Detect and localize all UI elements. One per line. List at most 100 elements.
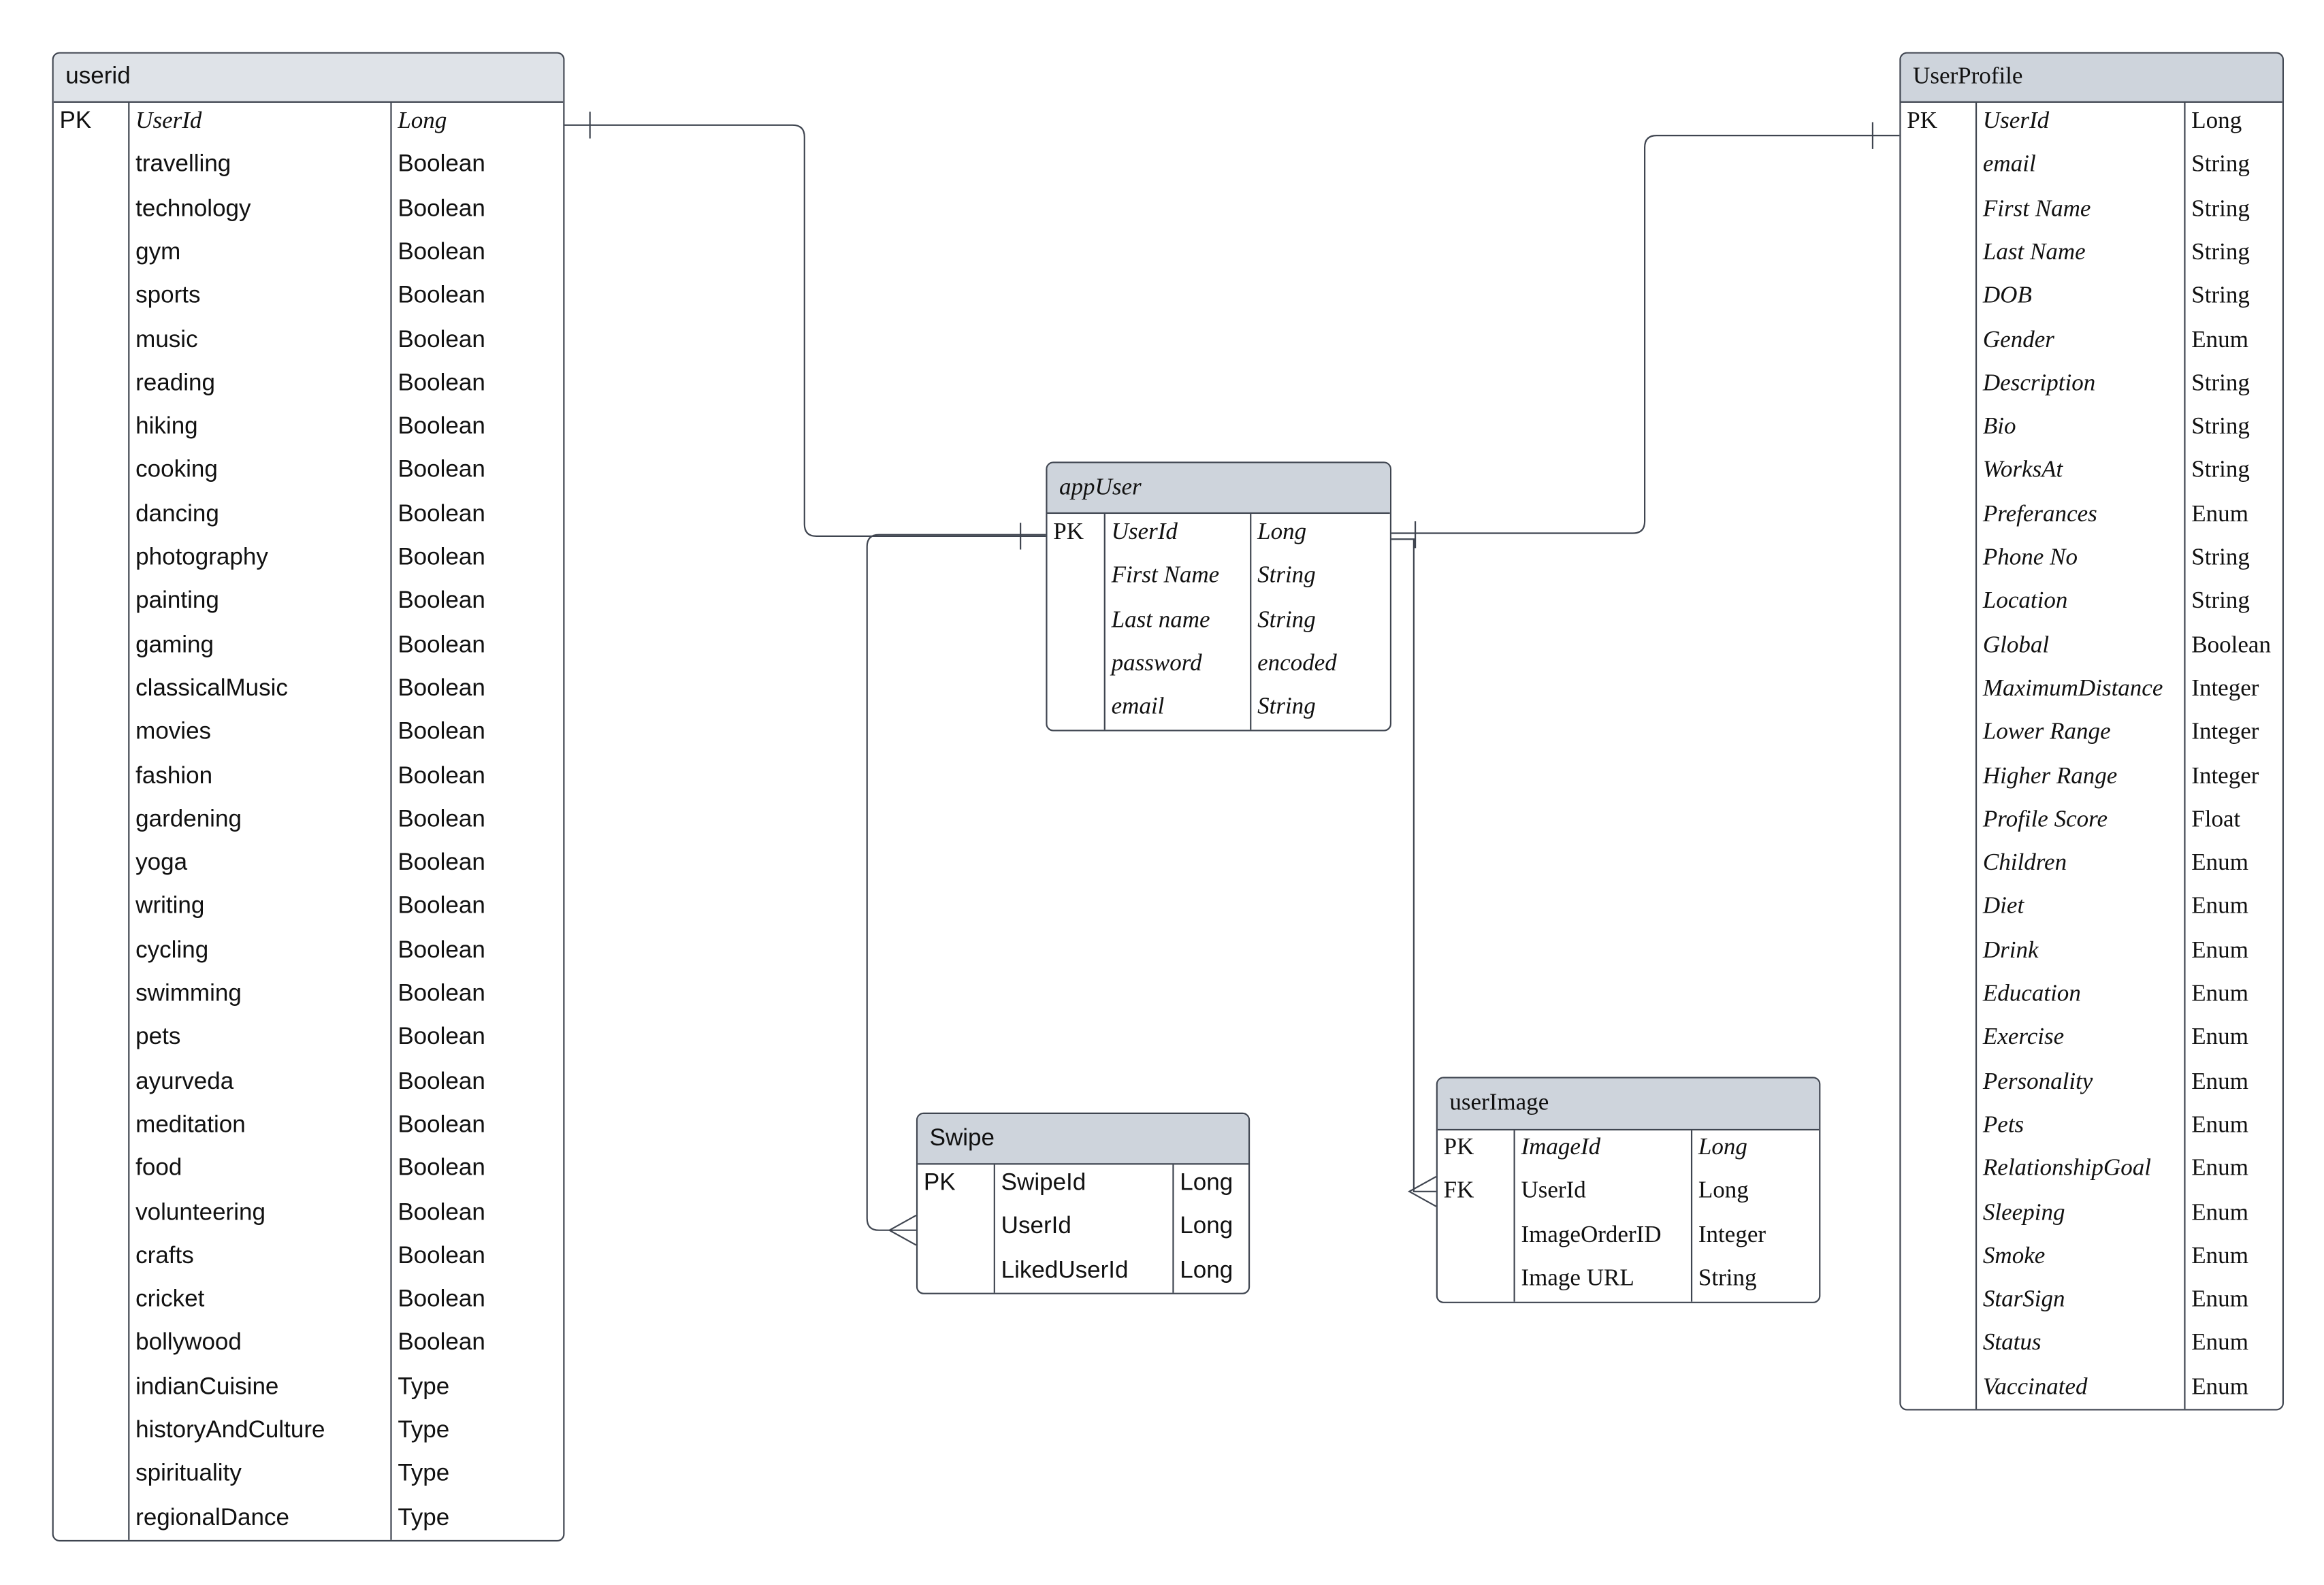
key-label: PK [1907, 108, 1938, 134]
field-name: gardening [135, 806, 242, 832]
field-name: First Name [1111, 563, 1220, 589]
key-column: PK [1901, 103, 1978, 1409]
field-name: Profile Score [1982, 806, 2108, 832]
field-type: Type [398, 1374, 450, 1400]
field-name: yoga [135, 850, 188, 877]
field-type: Boolean [398, 1112, 485, 1138]
field-type: Enum [2191, 1374, 2248, 1400]
field-name: Smoke [1982, 1243, 2046, 1269]
field-name: email [1111, 694, 1165, 720]
key-label: PK [1443, 1134, 1474, 1160]
field-name: ImageId [1521, 1134, 1601, 1160]
field-type: Boolean [398, 501, 485, 527]
field-type: Boolean [398, 719, 485, 745]
field-name: Global [1982, 632, 2050, 658]
field-name: food [135, 1156, 182, 1181]
field-name-column: UserId travelling technology gym sports music… [129, 103, 392, 1540]
field-name: music [135, 327, 198, 353]
field-name: Vaccinated [1982, 1374, 2088, 1400]
field-type: Boolean [398, 1330, 485, 1356]
entity-appUser[interactable]: appUser PK UserId First Name Last name passwo… [1046, 461, 1392, 732]
field-type: Boolean [398, 414, 485, 440]
field-type: Long [1180, 1258, 1233, 1284]
entity-userid[interactable]: userid PK UserId travelling technology gym spo… [52, 52, 565, 1542]
entity-userProfile[interactable]: UserProfile PK UserId email First Name Last N… [1899, 52, 2284, 1411]
field-name: MaximumDistance [1982, 676, 2163, 702]
field-name: LikedUserId [1001, 1258, 1129, 1284]
field-type: Boolean [398, 1243, 485, 1269]
field-type: Boolean [398, 938, 485, 964]
field-name: Pets [1982, 1112, 2024, 1138]
field-name-column: SwipeId UserId LikedUserId [995, 1164, 1174, 1293]
field-type-column: Long Boolean Boolean Boolean Boolean Boolean B… [392, 103, 564, 1540]
field-name: gym [135, 240, 181, 265]
field-type: String [1257, 607, 1316, 633]
key-column: PK [1048, 514, 1105, 730]
field-type-column: Long String String encoded String [1251, 514, 1390, 730]
field-name: reading [135, 370, 215, 396]
field-name: historyAndCulture [135, 1418, 325, 1443]
field-name: cooking [135, 457, 218, 483]
field-name: UserId [1001, 1214, 1071, 1240]
field-name: UserId [1521, 1178, 1586, 1204]
field-name: crafts [135, 1243, 194, 1269]
field-type: Enum [2191, 938, 2248, 964]
field-name: DOB [1982, 283, 2032, 309]
field-type: Enum [2191, 1068, 2248, 1094]
field-type: Long [1698, 1134, 1747, 1160]
field-type: String [2191, 195, 2250, 222]
field-type: Boolean [398, 195, 485, 222]
field-type: Enum [2191, 327, 2248, 353]
field-type-column: Long Long Integer String [1692, 1130, 1819, 1302]
field-name: dancing [135, 501, 219, 527]
field-type: Boolean [398, 763, 485, 789]
field-name: hiking [135, 414, 198, 440]
field-name: travelling [135, 152, 231, 178]
field-type: Boolean [398, 632, 485, 658]
field-type: Boolean [398, 1287, 485, 1313]
field-type: Boolean [398, 283, 485, 309]
field-name: writing [135, 894, 205, 920]
entity-title: appUser [1047, 463, 1390, 514]
field-type: Enum [2191, 1025, 2248, 1051]
field-type: Long [1180, 1171, 1233, 1196]
field-name: First Name [1982, 195, 2091, 222]
field-type: Boolean [398, 1025, 485, 1051]
field-type-column: Long String String String String Enum String St… [2186, 103, 2282, 1409]
key-column: PK [918, 1164, 995, 1293]
field-type: String [2191, 152, 2250, 178]
field-name: Exercise [1982, 1025, 2065, 1051]
connector-userid-appuser [564, 124, 1046, 537]
key-label: PK [59, 108, 92, 134]
field-type: Type [398, 1505, 450, 1531]
field-type: Type [398, 1461, 450, 1487]
field-name: Sleeping [1982, 1199, 2065, 1226]
field-name: fashion [135, 763, 213, 789]
field-name-column: ImageId UserId ImageOrderID Image URL [1515, 1130, 1693, 1302]
field-name: volunteering [135, 1199, 265, 1226]
field-name: RelationshipGoal [1982, 1156, 2151, 1181]
entity-userImage[interactable]: userImage PK FK ImageId UserId ImageOrderID Im… [1436, 1077, 1821, 1303]
field-name: UserId [135, 108, 202, 134]
field-type: String [2191, 544, 2250, 571]
field-name: ayurveda [135, 1068, 234, 1094]
field-type: Boolean [398, 850, 485, 877]
field-name: meditation [135, 1112, 246, 1138]
field-name: Gender [1982, 327, 2054, 353]
field-type: encoded [1257, 651, 1337, 676]
field-type: Integer [2191, 763, 2259, 789]
field-type: Type [398, 1418, 450, 1443]
field-type: String [2191, 370, 2250, 396]
field-name: StarSign [1982, 1287, 2065, 1313]
field-type: Boolean [398, 981, 485, 1007]
field-name: Status [1982, 1330, 2041, 1356]
key-column: PK [54, 103, 130, 1540]
field-name: regionalDance [135, 1505, 289, 1531]
entity-swipe[interactable]: Swipe PK SwipeId UserId LikedUserId Long Long L… [916, 1112, 1250, 1294]
field-type: Boolean [398, 894, 485, 920]
field-type: String [2191, 589, 2250, 615]
field-name: Preferances [1982, 501, 2097, 527]
field-type: Boolean [398, 240, 485, 265]
field-type: Enum [2191, 1243, 2248, 1269]
field-name: password [1111, 651, 1202, 676]
